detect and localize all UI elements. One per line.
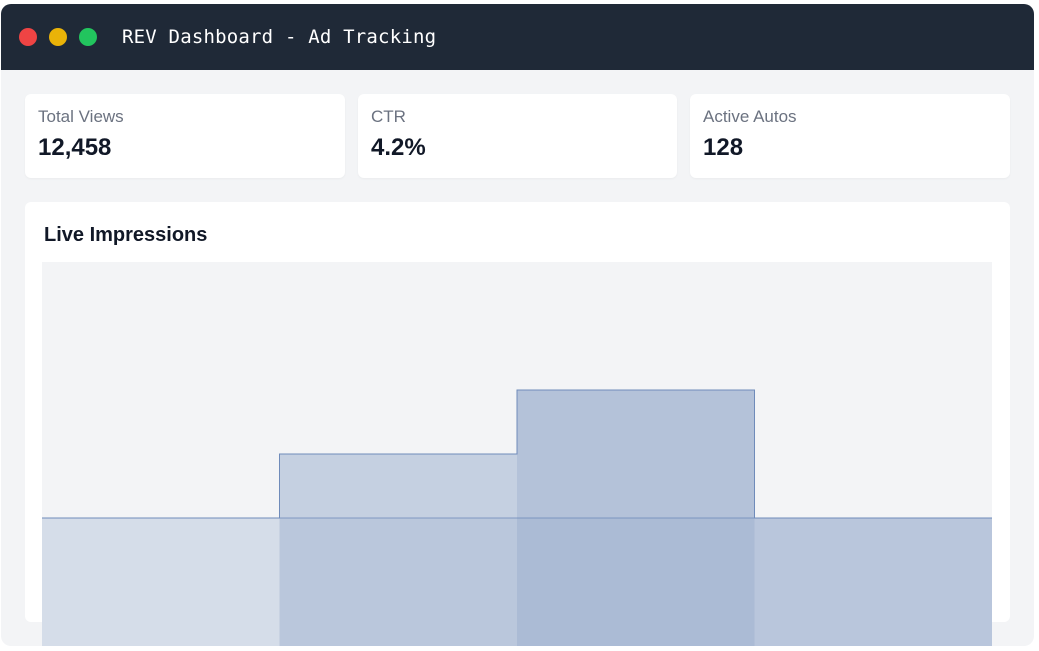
stat-value: 128 <box>703 134 744 161</box>
stat-card-total-views: Total Views 12,458 <box>25 94 345 178</box>
stat-value: 4.2% <box>371 134 426 161</box>
maximize-window-button[interactable] <box>79 28 97 46</box>
minimize-window-button[interactable] <box>49 28 67 46</box>
chart-step-area <box>754 518 992 646</box>
window-title: REV Dashboard - Ad Tracking <box>122 26 437 48</box>
stat-label: CTR <box>371 107 406 126</box>
stat-card-active-autos: Active Autos 128 <box>690 94 1010 178</box>
title-bar: REV Dashboard - Ad Tracking <box>1 4 1034 70</box>
stat-card-ctr: CTR 4.2% <box>358 94 677 178</box>
chart-area-overlap <box>279 518 755 646</box>
stat-label: Total Views <box>38 107 124 126</box>
close-window-button[interactable] <box>19 28 37 46</box>
chart-step-area <box>42 518 280 646</box>
impressions-chart-svg <box>42 262 992 646</box>
stat-label: Active Autos <box>703 107 797 126</box>
panel-title: Live Impressions <box>44 224 208 246</box>
stat-value: 12,458 <box>38 134 112 161</box>
impressions-chart <box>42 262 992 646</box>
